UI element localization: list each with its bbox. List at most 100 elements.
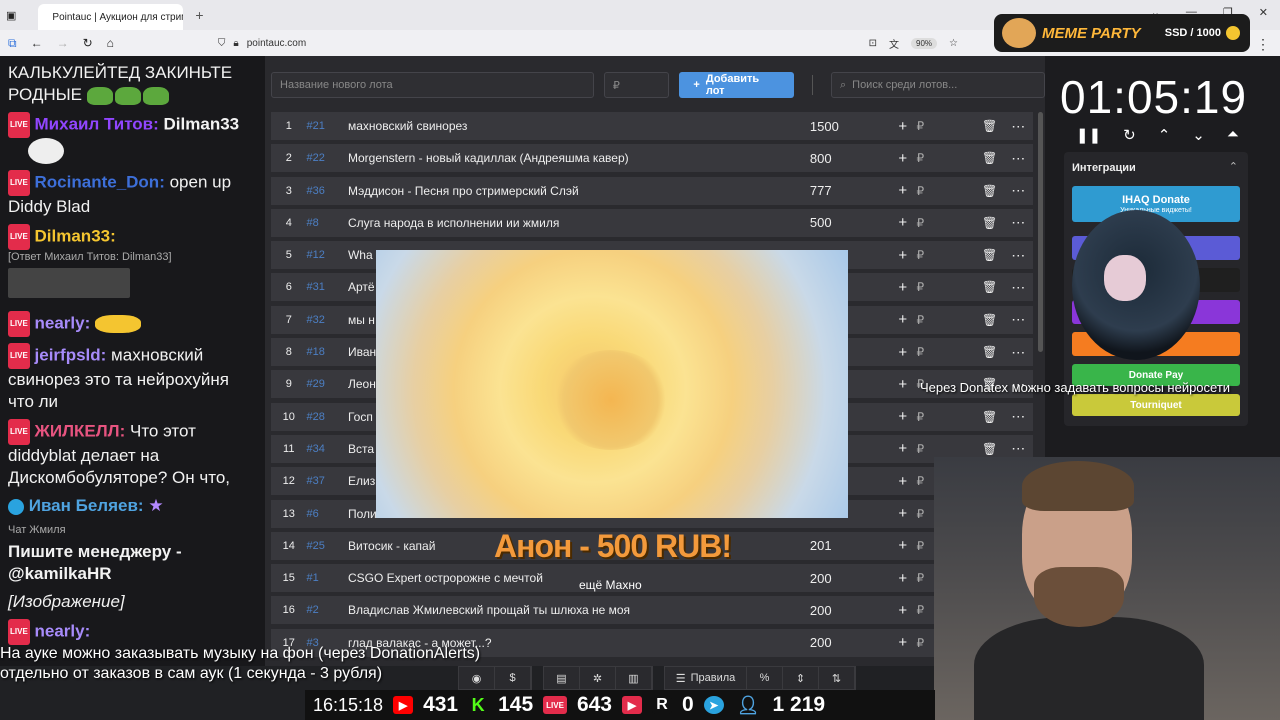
lot-name[interactable]: Morgenstern - новый кадиллак (Андреяшма … xyxy=(348,151,810,165)
zoom-badge[interactable]: 90% xyxy=(911,38,938,49)
new-tab-button[interactable]: + xyxy=(195,7,203,23)
add-amount-icon[interactable]: + xyxy=(889,214,917,231)
add-amount-icon[interactable]: + xyxy=(889,376,917,393)
add-amount-icon[interactable]: + xyxy=(889,344,917,361)
trash-icon[interactable]: 🗑︎ xyxy=(976,216,1004,230)
trash-icon[interactable]: 🗑︎ xyxy=(976,248,1004,262)
trash-icon[interactable]: 🗑︎ xyxy=(976,280,1004,294)
lot-row[interactable]: 16 #2 Владислав Жмилевский прощай ты шлюха… xyxy=(271,596,1033,625)
add-amount-icon[interactable]: + xyxy=(889,473,917,490)
ruble-input[interactable]: ₽ xyxy=(917,345,976,359)
screenshot-icon[interactable]: ⊡ xyxy=(869,38,877,49)
clock-text: 16:15:18 xyxy=(313,694,384,715)
trash-icon[interactable]: 🗑︎ xyxy=(976,442,1004,456)
donate-icon[interactable]: $ xyxy=(495,667,531,689)
sort-icon[interactable]: ⇅ xyxy=(819,667,855,689)
browser-tab[interactable]: Pointauc | Аукцион для стримера ✕ xyxy=(38,4,184,30)
ruble-input[interactable]: ₽ xyxy=(917,280,976,294)
integration-button[interactable]: Tourniquet xyxy=(1072,394,1240,416)
lot-name[interactable]: Слуга народа в исполнении ии жмиля xyxy=(348,216,810,230)
add-amount-icon[interactable]: + xyxy=(889,505,917,522)
address-field[interactable]: ⛉ 🔒︎ pointauc.com xyxy=(218,38,306,49)
more-icon[interactable]: ⋯ xyxy=(1003,440,1033,457)
add-amount-icon[interactable]: + xyxy=(889,537,917,554)
bug-icon[interactable]: ✲ xyxy=(580,667,616,689)
more-icon[interactable]: ⋯ xyxy=(1003,182,1033,199)
add-amount-icon[interactable]: + xyxy=(889,311,917,328)
add-amount-icon[interactable]: + xyxy=(889,408,917,425)
trash-icon[interactable]: 🗑︎ xyxy=(976,410,1004,424)
more-icon[interactable]: ⋯ xyxy=(1003,279,1033,296)
add-amount-icon[interactable]: + xyxy=(889,182,917,199)
translate-icon[interactable]: 文 xyxy=(889,36,899,51)
star-icon[interactable]: ☆ xyxy=(949,38,958,49)
ruble-input[interactable]: ₽ xyxy=(917,410,976,424)
lot-name[interactable]: махновский свинорез xyxy=(348,119,810,133)
rules-button[interactable]: ☰ Правила xyxy=(665,667,747,689)
ruble-input[interactable]: ₽ xyxy=(917,216,976,230)
pause-icon[interactable]: ❚❚ xyxy=(1076,126,1101,144)
more-icon[interactable]: ⋯ xyxy=(1003,118,1033,135)
kick-icon: K xyxy=(468,695,489,715)
add-amount-icon[interactable]: + xyxy=(889,118,917,135)
ruble-input[interactable]: ₽ xyxy=(917,184,976,198)
more-icon[interactable]: ⋯ xyxy=(1003,214,1033,231)
add-amount-icon[interactable]: + xyxy=(889,634,917,651)
ruble-input[interactable]: ₽ xyxy=(917,248,976,262)
lot-amount: 201 xyxy=(809,538,832,554)
lot-name-input[interactable]: Название нового лота xyxy=(271,72,594,98)
trash-icon[interactable]: 🗑︎ xyxy=(976,151,1004,165)
lot-list-scrollbar[interactable] xyxy=(1038,112,1043,352)
more-icon[interactable]: ⋯ xyxy=(1003,344,1033,361)
clear-icon[interactable]: ▥ xyxy=(616,667,652,689)
add-amount-icon[interactable]: + xyxy=(889,602,917,619)
ruble-input[interactable]: ₽ xyxy=(917,313,976,327)
more-icon[interactable]: ⋯ xyxy=(1003,311,1033,328)
more-icon[interactable]: ⋯ xyxy=(1003,150,1033,167)
lot-name[interactable]: Владислав Жмилевский прощай ты шлюха не … xyxy=(348,603,810,617)
trash-icon[interactable]: 🗑︎ xyxy=(976,345,1004,359)
split-icon[interactable]: ⇕ xyxy=(783,667,819,689)
save-icon[interactable]: ▤ xyxy=(544,667,580,689)
trash-icon[interactable]: 🗑︎ xyxy=(976,184,1004,198)
ruble-input[interactable]: ₽ xyxy=(917,119,976,133)
browser-menu-icon[interactable]: ⋮ xyxy=(1256,36,1270,53)
stream-stats-bar: 16:15:18 ▶ 431 K 145 LIVE 643 ▶ R 0 ➤ 👤︎… xyxy=(305,690,935,720)
add-amount-icon[interactable]: + xyxy=(889,279,917,296)
trash-icon[interactable]: 🗑︎ xyxy=(976,313,1004,327)
ruble-input[interactable]: ₽ xyxy=(917,151,976,165)
add-amount-icon[interactable]: + xyxy=(889,440,917,457)
lot-row[interactable]: 3 #36 Мэддисон - Песня про стримерский Слэ… xyxy=(271,176,1033,205)
trash-icon[interactable]: 🗑︎ xyxy=(976,119,1004,133)
lot-row[interactable]: 15 #1 CSGO Expert остророжне с мечтой 200 + ₽… xyxy=(271,564,1033,593)
chevron-up-icon[interactable]: ⌃ xyxy=(1158,126,1171,144)
tab-actions-icon[interactable]: ▣ xyxy=(6,9,16,22)
lot-search-input[interactable]: ⌕ Поиск среди лотов... xyxy=(830,72,1045,98)
more-icon[interactable]: ⋯ xyxy=(1003,408,1033,425)
reload-icon[interactable]: ↻ xyxy=(83,36,93,50)
close-window-button[interactable]: ✕ xyxy=(1259,6,1268,19)
sidebar-icon[interactable]: ⧉ xyxy=(8,36,17,51)
add-amount-icon[interactable]: + xyxy=(889,247,917,264)
chevron-down-icon[interactable]: ⌄ xyxy=(1192,126,1205,144)
collapse-icon[interactable]: ⌃ xyxy=(1229,160,1238,173)
back-icon[interactable]: ← xyxy=(31,36,43,50)
lot-amount: 200 xyxy=(809,602,832,618)
percent-button[interactable]: % xyxy=(747,667,783,689)
add-lot-button[interactable]: + Добавить лот xyxy=(679,72,794,98)
more-icon[interactable]: ⋯ xyxy=(1003,247,1033,264)
ruble-input[interactable]: ₽ xyxy=(917,442,976,456)
lot-row[interactable]: 1 #21 махновский свинорез 1500 + ₽ 🗑︎ ⋯ xyxy=(271,112,1033,140)
add-amount-icon[interactable]: + xyxy=(889,570,917,587)
lot-amount-input[interactable]: ₽ xyxy=(603,72,670,98)
lot-row[interactable]: 2 #22 Morgenstern - новый кадиллак (Андрея… xyxy=(271,144,1033,173)
forward-icon[interactable]: → xyxy=(57,36,69,50)
lot-position: 9 xyxy=(285,378,292,391)
chat-message: Пишите менеджеру - @kamilkaHR xyxy=(8,542,182,583)
home-icon[interactable]: ⌂ xyxy=(107,36,114,50)
add-amount-icon[interactable]: + xyxy=(889,150,917,167)
reset-icon[interactable]: ↻ xyxy=(1123,126,1136,144)
double-chevron-up-icon[interactable]: ⏶ xyxy=(1227,126,1239,144)
lot-row[interactable]: 4 #8 Слуга народа в исполнении ии жмиля 500… xyxy=(271,208,1033,237)
lot-name[interactable]: Мэддисон - Песня про стримерский Слэй xyxy=(348,184,810,198)
